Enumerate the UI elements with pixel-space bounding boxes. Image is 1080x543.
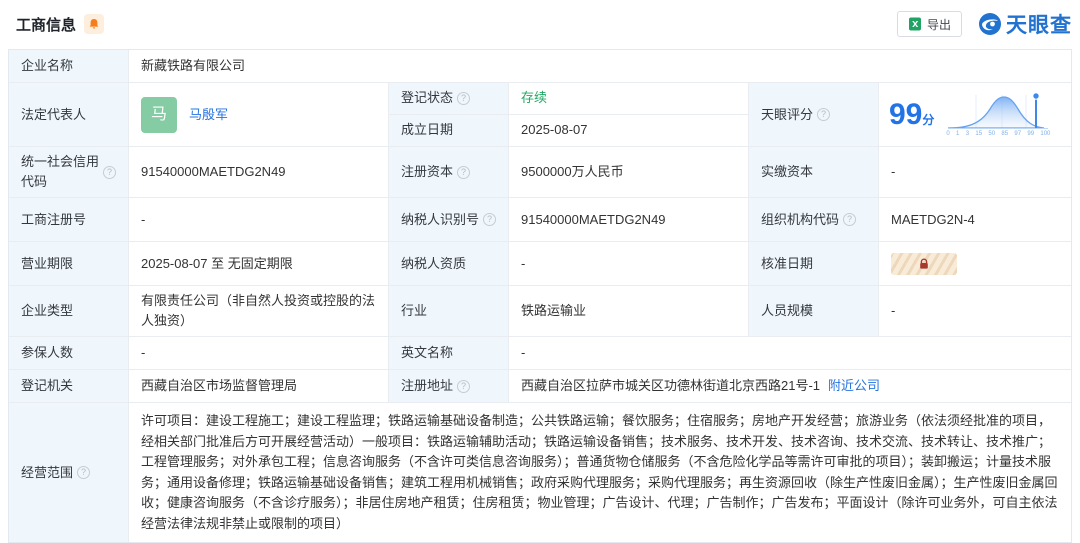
- help-icon[interactable]: ?: [103, 166, 116, 179]
- field-value-reg-authority: 西藏自治区市场监督管理局: [129, 370, 389, 402]
- export-label: 导出: [927, 16, 951, 33]
- table-row: 工商注册号 - 纳税人识别号 ? 91540000MAETDG2N49 组织机构…: [9, 197, 1071, 241]
- excel-doc-icon: [908, 17, 922, 31]
- field-label-tyc-score: 天眼评分 ?: [749, 83, 879, 146]
- field-value-business-scope: 许可项目：建设工程施工；建设工程监理；铁路运输基础设备制造；公共铁路运输；餐饮服…: [129, 403, 1071, 542]
- score-axis-ticks: 0131550859799100: [946, 131, 1050, 138]
- brand-name: 天眼查: [1006, 9, 1072, 39]
- help-icon[interactable]: ?: [457, 166, 470, 179]
- field-label-business-term: 营业期限: [9, 242, 129, 285]
- table-row: 登记机关 西藏自治区市场监督管理局 注册地址 ? 西藏自治区拉萨市城关区功德林街…: [9, 369, 1071, 402]
- field-label-company-type: 企业类型: [9, 286, 129, 336]
- field-label-insured-num: 参保人数: [9, 337, 129, 369]
- field-value-business-term: 2025-08-07 至 无固定期限: [129, 242, 389, 285]
- panel-header: 工商信息 导出: [8, 0, 1072, 49]
- field-value-reg-capital: 9500000万人民币: [509, 147, 749, 197]
- field-label-paid-capital: 实缴资本: [749, 147, 879, 197]
- bell-curve-icon: [946, 91, 1050, 131]
- field-label-legal-rep: 法定代表人: [9, 83, 129, 146]
- table-row: 统一社会信用代码 ? 91540000MAETDG2N49 注册资本 ? 950…: [9, 146, 1071, 197]
- status-date-subgrid: 登记状态 ? 存续 成立日期 2025-08-07: [389, 83, 749, 146]
- field-label-business-scope: 经营范围 ?: [9, 403, 129, 542]
- field-value-reg-number: -: [129, 198, 389, 241]
- field-label-reg-status: 登记状态 ?: [389, 83, 509, 115]
- tianyancha-eye-icon: [978, 12, 1002, 36]
- field-value-staff-size: -: [879, 286, 1071, 336]
- field-label-english-name: 英文名称: [389, 337, 509, 369]
- help-icon[interactable]: ?: [843, 213, 856, 226]
- field-label-company-name: 企业名称: [9, 50, 129, 82]
- lock-icon: [918, 258, 930, 270]
- legal-rep-avatar[interactable]: 马: [141, 97, 177, 133]
- score-number: 99: [889, 98, 922, 131]
- field-label-credit-code: 统一社会信用代码 ?: [9, 147, 129, 197]
- help-icon[interactable]: ?: [457, 92, 470, 105]
- field-value-taxpayer-quality: -: [509, 242, 749, 285]
- field-label-reg-capital: 注册资本 ?: [389, 147, 509, 197]
- field-label-taxpayer-quality: 纳税人资质: [389, 242, 509, 285]
- field-label-establish-date: 成立日期: [389, 115, 509, 147]
- table-row: 参保人数 - 英文名称 -: [9, 336, 1071, 369]
- field-value-company-name: 新藏铁路有限公司: [129, 50, 1071, 82]
- field-label-reg-address: 注册地址 ?: [389, 370, 509, 402]
- field-value-insured-num: -: [129, 337, 389, 369]
- field-value-legal-rep: 马 马殷军: [129, 83, 389, 146]
- tyc-score-value[interactable]: 99分: [879, 83, 1071, 146]
- field-label-industry: 行业: [389, 286, 509, 336]
- score-unit: 分: [922, 113, 934, 127]
- field-value-taxpayer-id: 91540000MAETDG2N49: [509, 198, 749, 241]
- bell-icon: [88, 18, 100, 30]
- field-value-credit-code: 91540000MAETDG2N49: [129, 147, 389, 197]
- field-value-english-name: -: [509, 337, 1071, 369]
- field-value-reg-address: 西藏自治区拉萨市城关区功德林街道北京西路21号-1 附近公司: [509, 370, 1071, 402]
- help-icon[interactable]: ?: [457, 380, 470, 393]
- field-label-taxpayer-id: 纳税人识别号 ?: [389, 198, 509, 241]
- field-label-staff-size: 人员规模: [749, 286, 879, 336]
- legal-rep-link[interactable]: 马殷军: [189, 105, 228, 125]
- table-row: 法定代表人 马 马殷军 登记状态 ? 存续 成立日期 2025-08-07 天眼…: [9, 82, 1071, 146]
- field-label-approval-date: 核准日期: [749, 242, 879, 285]
- locked-value-badge[interactable]: [891, 253, 957, 275]
- business-info-panel: 工商信息 导出: [0, 0, 1080, 543]
- table-row: 企业类型 有限责任公司（非自然人投资或控股的法人独资） 行业 铁路运输业 人员规…: [9, 285, 1071, 336]
- field-value-approval-date: [879, 242, 1071, 285]
- subscribe-bell-button[interactable]: [84, 14, 104, 34]
- help-icon[interactable]: ?: [483, 213, 496, 226]
- field-label-reg-number: 工商注册号: [9, 198, 129, 241]
- table-row: 营业期限 2025-08-07 至 无固定期限 纳税人资质 - 核准日期: [9, 241, 1071, 285]
- field-value-org-code: MAETDG2N-4: [879, 198, 1071, 241]
- table-row: 经营范围 ? 许可项目：建设工程施工；建设工程监理；铁路运输基础设备制造；公共铁…: [9, 402, 1071, 542]
- business-info-table: 企业名称 新藏铁路有限公司 法定代表人 马 马殷军 登记状态 ? 存续 成立日期…: [8, 49, 1072, 543]
- table-row: 企业名称 新藏铁路有限公司: [9, 50, 1071, 82]
- field-value-reg-status: 存续: [509, 83, 749, 115]
- field-value-company-type: 有限责任公司（非自然人投资或控股的法人独资）: [129, 286, 389, 336]
- field-value-paid-capital: -: [879, 147, 1071, 197]
- nearby-companies-link[interactable]: 附近公司: [828, 376, 880, 396]
- field-value-establish-date: 2025-08-07: [509, 115, 749, 147]
- export-button[interactable]: 导出: [897, 11, 962, 37]
- score-distribution-chart: 0131550859799100: [946, 91, 1050, 138]
- field-label-org-code: 组织机构代码 ?: [749, 198, 879, 241]
- field-value-industry: 铁路运输业: [509, 286, 749, 336]
- help-icon[interactable]: ?: [817, 108, 830, 121]
- page-title: 工商信息: [16, 14, 76, 35]
- brand-logo[interactable]: 天眼查: [978, 9, 1072, 39]
- field-label-reg-authority: 登记机关: [9, 370, 129, 402]
- help-icon[interactable]: ?: [77, 466, 90, 479]
